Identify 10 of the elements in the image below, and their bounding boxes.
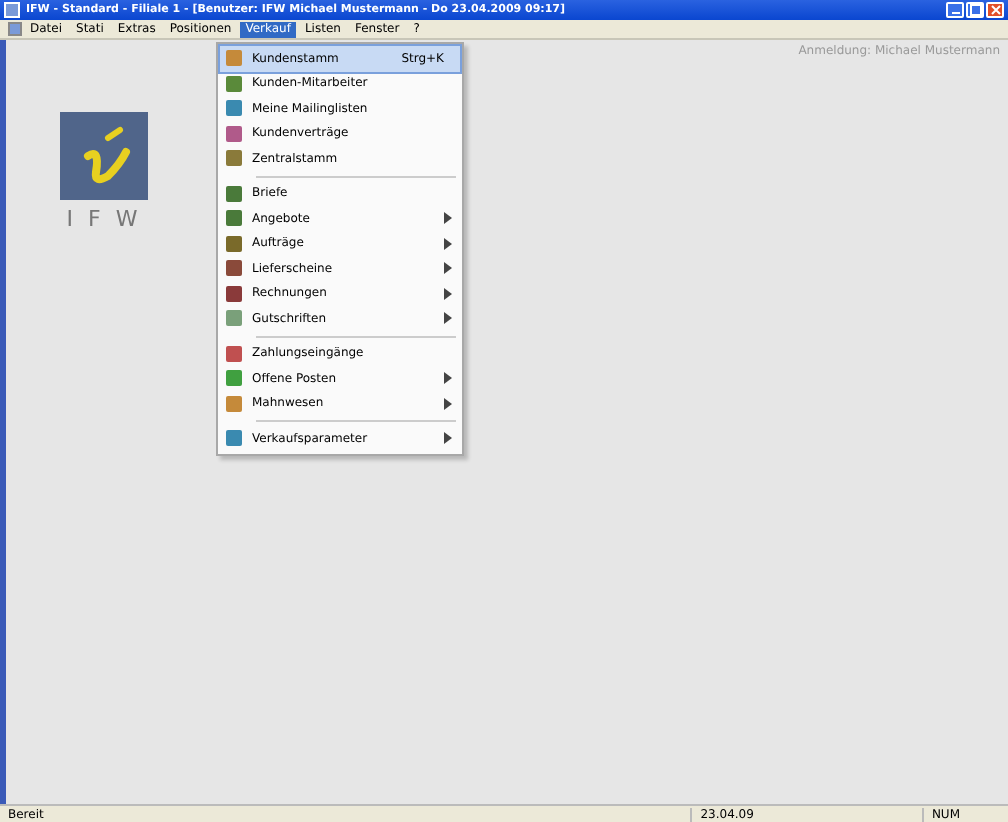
minimize-button[interactable] xyxy=(946,2,964,18)
logo-text: I F W xyxy=(66,206,142,232)
maximize-button[interactable] xyxy=(966,2,984,18)
document-icon xyxy=(8,22,22,36)
maximize-icon xyxy=(969,4,981,16)
logo-icon xyxy=(60,112,148,200)
menu-entry-icon xyxy=(226,430,242,447)
close-icon xyxy=(989,4,1001,16)
close-button[interactable] xyxy=(986,2,1004,18)
app-icon xyxy=(4,2,20,18)
